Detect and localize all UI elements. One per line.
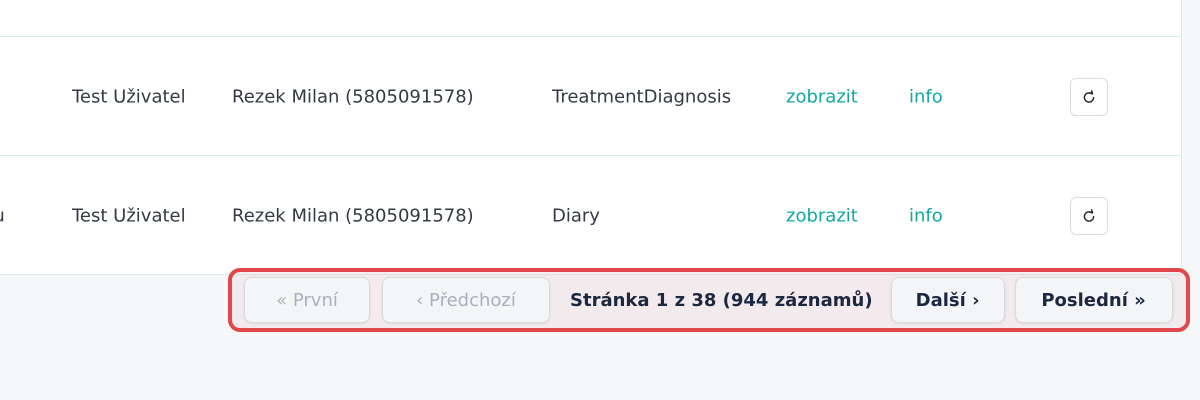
table-row: nu Test Uživatel Rezek Milan (5805091578…	[0, 155, 1181, 275]
next-page-button[interactable]: Další ›	[890, 277, 1005, 323]
previous-page-button[interactable]: ‹ Předchozí	[382, 277, 550, 323]
row-record-type-cell: TreatmentDiagnosis	[552, 86, 732, 107]
row-patient-cell: Rezek Milan (5805091578)	[232, 86, 474, 107]
row-record-type-cell: Diary	[552, 205, 600, 226]
table-row: Test Uživatel Rezek Milan (5805091578) T…	[0, 36, 1181, 156]
info-link[interactable]: info	[909, 82, 943, 111]
page-status: Stránka 1 z 38 (944 záznamů)	[570, 289, 873, 311]
row-user-cell: Test Uživatel	[72, 205, 186, 226]
refresh-icon	[1083, 208, 1095, 222]
show-link[interactable]: zobrazit	[786, 201, 858, 230]
refresh-icon	[1083, 89, 1095, 103]
refresh-button[interactable]	[1070, 196, 1108, 235]
row-patient-cell: Rezek Milan (5805091578)	[232, 205, 474, 226]
row-user-cell: Test Uživatel	[72, 86, 186, 107]
pagination: « První ‹ Předchozí Stránka 1 z 38 (944 …	[238, 276, 1182, 324]
records-table: Test Uživatel Rezek Milan (5805091578) T…	[0, 0, 1182, 275]
first-page-button[interactable]: « První	[244, 277, 370, 323]
show-link[interactable]: zobrazit	[786, 82, 858, 111]
refresh-button[interactable]	[1070, 77, 1108, 116]
row-type-cell: nu	[0, 201, 5, 230]
last-page-button[interactable]: Poslední »	[1014, 277, 1173, 323]
info-link[interactable]: info	[909, 201, 943, 230]
